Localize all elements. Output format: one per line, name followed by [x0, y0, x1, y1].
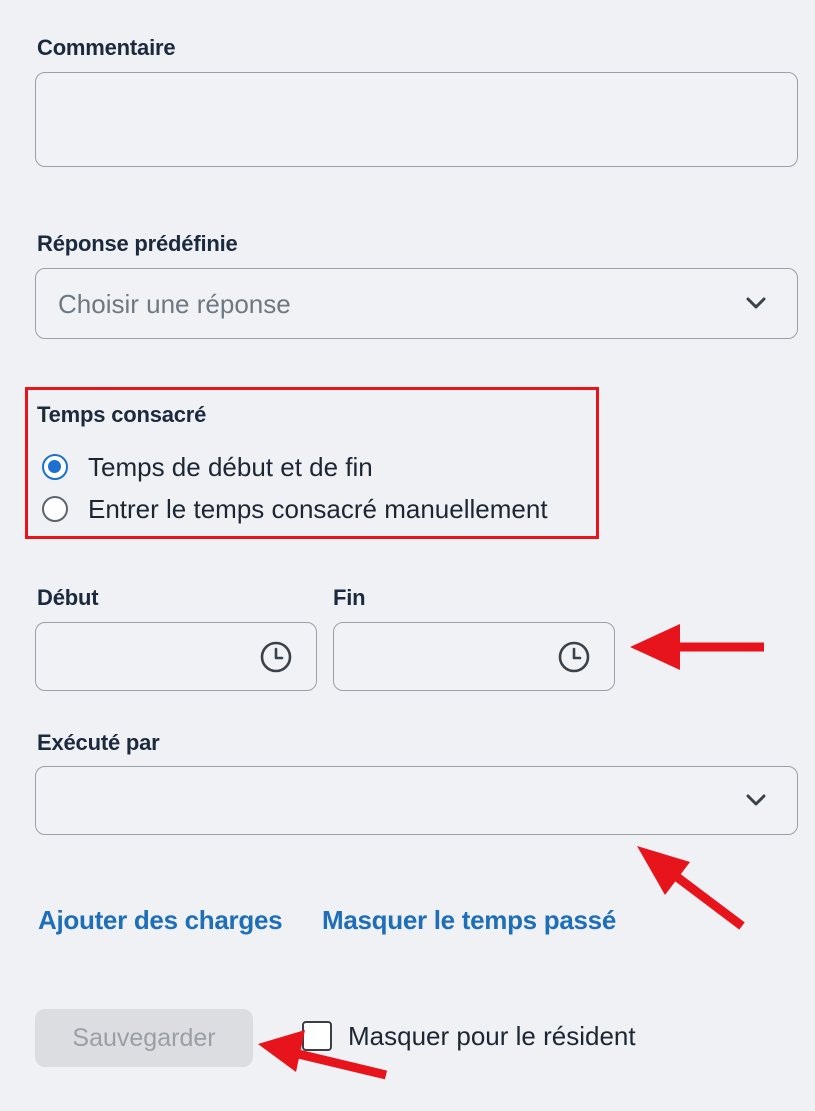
chevron-down-icon	[746, 297, 766, 309]
arrow-to-end-field	[630, 624, 680, 670]
hide-for-resident-checkbox[interactable]	[302, 1021, 332, 1051]
predefined-response-select[interactable]: Choisir une réponse	[35, 268, 798, 339]
clock-icon[interactable]	[258, 639, 294, 675]
arrow-to-save-button	[258, 1030, 305, 1072]
radio-option-manual-label: Entrer le temps consacré manuellement	[88, 493, 548, 524]
arrow-to-executed-by	[637, 846, 690, 895]
chevron-down-icon	[746, 794, 766, 806]
start-label: Début	[37, 585, 99, 610]
hide-for-resident-label: Masquer pour le résident	[348, 1021, 636, 1051]
hide-time-spent-link[interactable]: Masquer le temps passé	[322, 905, 616, 936]
clock-icon[interactable]	[556, 639, 592, 675]
radio-option-manual[interactable]: Entrer le temps consacré manuellement	[42, 492, 548, 526]
predefined-response-label: Réponse prédéfinie	[37, 231, 238, 256]
add-charges-link[interactable]: Ajouter des charges	[38, 905, 283, 936]
end-time-input[interactable]	[333, 622, 615, 691]
executed-by-label: Exécuté par	[37, 730, 160, 755]
start-time-input[interactable]	[35, 622, 317, 691]
radio-unselected-icon[interactable]	[42, 496, 68, 522]
comment-label: Commentaire	[37, 35, 176, 60]
comment-textarea[interactable]	[35, 72, 798, 167]
radio-option-start-end-label: Temps de début et de fin	[88, 451, 373, 482]
radio-selected-icon[interactable]	[42, 454, 68, 480]
radio-option-start-end[interactable]: Temps de début et de fin	[42, 450, 373, 484]
predefined-response-placeholder: Choisir une réponse	[58, 289, 291, 319]
executed-by-select[interactable]	[35, 766, 798, 835]
end-label: Fin	[333, 585, 366, 610]
time-spent-label: Temps consacré	[37, 402, 207, 427]
save-button[interactable]: Sauvegarder	[35, 1009, 253, 1067]
